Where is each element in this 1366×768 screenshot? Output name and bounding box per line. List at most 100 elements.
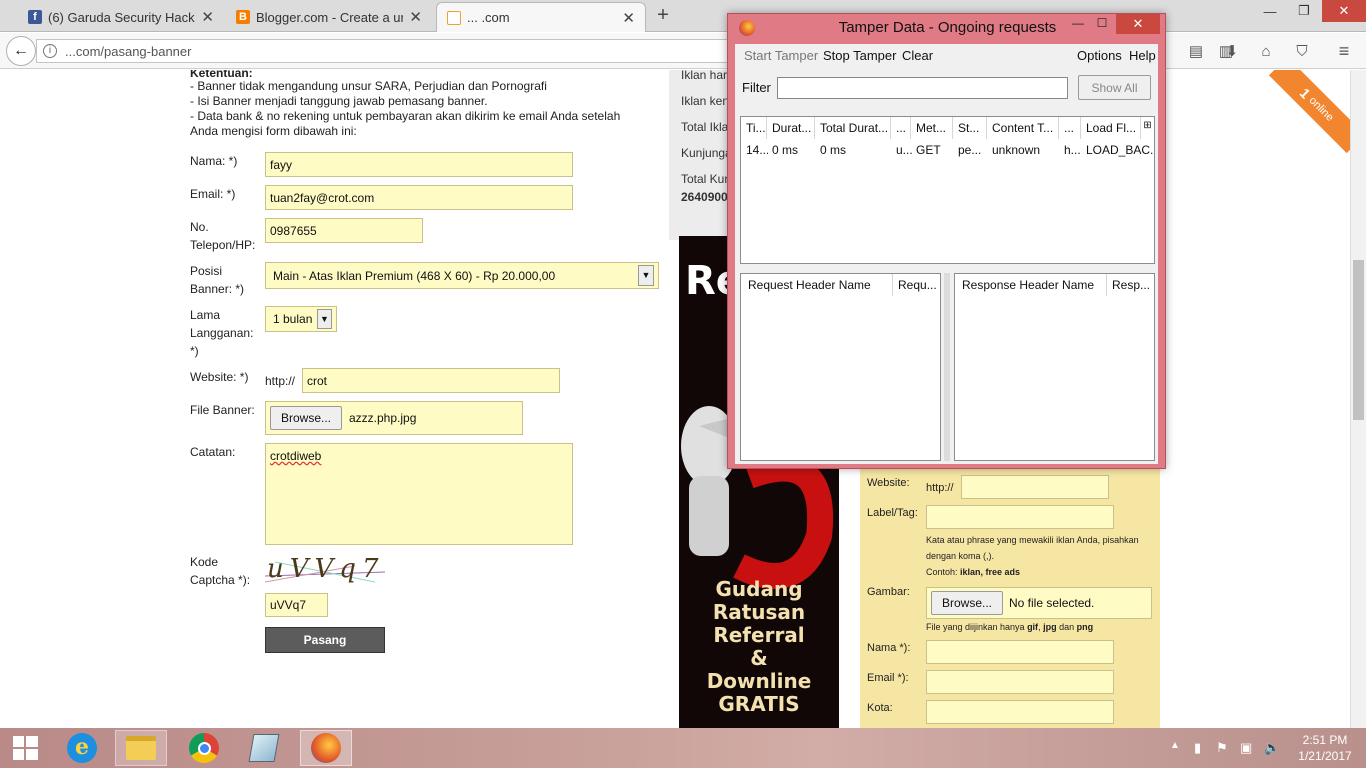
close-icon[interactable]: ✕	[409, 8, 422, 26]
catatan-label: Catatan:	[190, 445, 236, 459]
filter-label: Filter	[742, 80, 771, 95]
rf-label-input[interactable]	[926, 505, 1114, 529]
cell-time: 14...	[746, 143, 768, 157]
resp-header-value-col[interactable]: Resp...	[1107, 274, 1154, 296]
rf-email-input[interactable]	[926, 670, 1114, 694]
col-url[interactable]: ...	[1059, 117, 1081, 139]
poster-line: Ratusan	[712, 600, 806, 624]
tamper-minimize-icon[interactable]: —	[1066, 16, 1090, 36]
col-method[interactable]: Met...	[911, 117, 953, 139]
browse-button[interactable]: Browse...	[270, 406, 342, 430]
req-header-value-col[interactable]: Requ...	[893, 274, 940, 296]
tab-title: ... .com	[467, 10, 510, 25]
rf-help-png: png	[1076, 622, 1094, 632]
rf-kota-input[interactable]	[926, 700, 1114, 724]
lama-select[interactable]: 1 bulan ▼	[265, 306, 337, 332]
online-label: online	[1306, 94, 1336, 124]
poster-line: GRATIS	[718, 692, 800, 716]
options-menu[interactable]: Options	[1077, 48, 1122, 63]
col-size[interactable]: ...	[891, 117, 911, 139]
stat-row: Kunjunga	[681, 146, 732, 160]
col-status[interactable]: St...	[953, 117, 987, 139]
close-window-icon[interactable]: ✕	[1322, 0, 1366, 22]
url-bar[interactable]: i ...com/pasang-banner	[36, 39, 736, 63]
tab-garuda[interactable]: f (6) Garuda Security Hacker ✕	[18, 2, 224, 32]
rf-nama-input[interactable]	[926, 640, 1114, 664]
internet-explorer-icon[interactable]: e	[56, 730, 108, 766]
volume-icon[interactable]: 🔈	[1264, 740, 1280, 756]
start-button[interactable]	[0, 730, 52, 766]
stop-tamper-menu[interactable]: Stop Tamper	[823, 48, 896, 63]
captcha-input[interactable]: uVVq7	[265, 593, 328, 617]
telepon-input[interactable]: 0987655	[265, 218, 423, 243]
back-button[interactable]: ←	[6, 36, 36, 66]
url-text: ...com/pasang-banner	[65, 43, 192, 59]
rf-label-help: Kata atau phrase yang mewakili iklan And…	[926, 535, 1139, 561]
online-badge[interactable]: 1 online	[1268, 70, 1350, 154]
request-headers-pane: Request Header Name Requ...	[740, 273, 941, 461]
home-icon[interactable]: ⌂	[1256, 41, 1276, 61]
req-header-name-col[interactable]: Request Header Name	[741, 274, 893, 296]
resp-header-name-col[interactable]: Response Header Name	[955, 274, 1107, 296]
page-icon	[447, 10, 461, 25]
chevron-down-icon[interactable]: ▼	[638, 265, 654, 286]
clear-menu[interactable]: Clear	[902, 48, 933, 63]
network-icon[interactable]: ▣	[1240, 740, 1252, 756]
nama-input[interactable]: fayy	[265, 152, 573, 177]
chevron-down-icon[interactable]: ▼	[317, 309, 332, 329]
start-tamper-menu[interactable]: Start Tamper	[744, 48, 818, 63]
info-icon[interactable]: i	[43, 44, 57, 58]
catatan-textarea[interactable]: crotdiweb	[265, 443, 573, 545]
lama-label: *)	[190, 344, 199, 358]
tab-active[interactable]: ... .com ✕	[436, 2, 646, 32]
col-load-flags[interactable]: Load Fl...	[1081, 117, 1141, 139]
windows-logo-icon	[13, 736, 38, 760]
clock[interactable]: 2:51 PM 1/21/2017	[1290, 732, 1360, 764]
pane-splitter[interactable]	[944, 273, 950, 461]
posisi-select[interactable]: Main - Atas Iklan Premium (468 X 60) - R…	[265, 262, 659, 289]
captcha-label: Kode	[190, 555, 219, 569]
pocket-icon[interactable]: ⛉	[1292, 41, 1312, 61]
rf-browse-button[interactable]: Browse...	[931, 591, 1003, 615]
column-picker-icon[interactable]: ⊞	[1141, 120, 1154, 134]
restore-icon[interactable]: ❐	[1288, 0, 1320, 22]
website-input[interactable]: crot	[302, 368, 560, 393]
chrome-icon[interactable]	[178, 730, 230, 766]
tamper-close-icon[interactable]: ✕	[1116, 14, 1160, 34]
firefox-taskbar-icon[interactable]	[300, 730, 352, 766]
tamper-maximize-icon[interactable]: ☐	[1090, 16, 1114, 36]
col-total-duration[interactable]: Total Durat...	[815, 117, 891, 139]
rf-label-label: Label/Tag:	[867, 507, 918, 519]
cell-method: GET	[916, 143, 941, 157]
scroll-thumb[interactable]	[1353, 260, 1364, 420]
pasang-button[interactable]: Pasang	[265, 627, 385, 653]
col-duration[interactable]: Durat...	[767, 117, 815, 139]
file-explorer-icon[interactable]	[115, 730, 167, 766]
telepon-label: Telepon/HP:	[190, 238, 256, 252]
page-scrollbar[interactable]	[1350, 70, 1366, 728]
action-center-icon[interactable]: ⚑	[1216, 740, 1228, 756]
close-icon[interactable]: ✕	[622, 9, 635, 27]
reading-list-icon[interactable]: ▤	[1186, 41, 1206, 61]
poster-line: Gudang	[715, 577, 803, 601]
clock-date: 1/21/2017	[1298, 749, 1352, 763]
rf-help-and: dan	[1056, 622, 1077, 632]
col-content-type[interactable]: Content T...	[987, 117, 1059, 139]
battery-icon[interactable]: ▮	[1194, 740, 1201, 756]
email-label: Email: *)	[190, 187, 236, 201]
close-icon[interactable]: ✕	[201, 8, 214, 26]
new-tab-button[interactable]: +	[652, 4, 674, 26]
email-input[interactable]: tuan2fay@crot.com	[265, 185, 573, 210]
rf-website-input[interactable]	[961, 475, 1109, 499]
help-menu[interactable]: Help	[1129, 48, 1156, 63]
download-icon[interactable]: ⬇	[1222, 41, 1242, 61]
menu-icon[interactable]: ≡	[1334, 41, 1354, 61]
tab-blogger[interactable]: B Blogger.com - Create a un... ✕	[226, 2, 432, 32]
filter-input[interactable]	[777, 77, 1068, 99]
show-all-button[interactable]: Show All	[1078, 75, 1151, 100]
notepad-app-icon[interactable]	[238, 730, 290, 766]
col-time[interactable]: Ti...	[741, 117, 767, 139]
table-row[interactable]: 14... 0 ms 0 ms u... GET pe... unknown h…	[741, 143, 1154, 161]
show-hidden-icons[interactable]: ▲	[1170, 740, 1180, 751]
minimize-icon[interactable]: —	[1254, 0, 1286, 22]
